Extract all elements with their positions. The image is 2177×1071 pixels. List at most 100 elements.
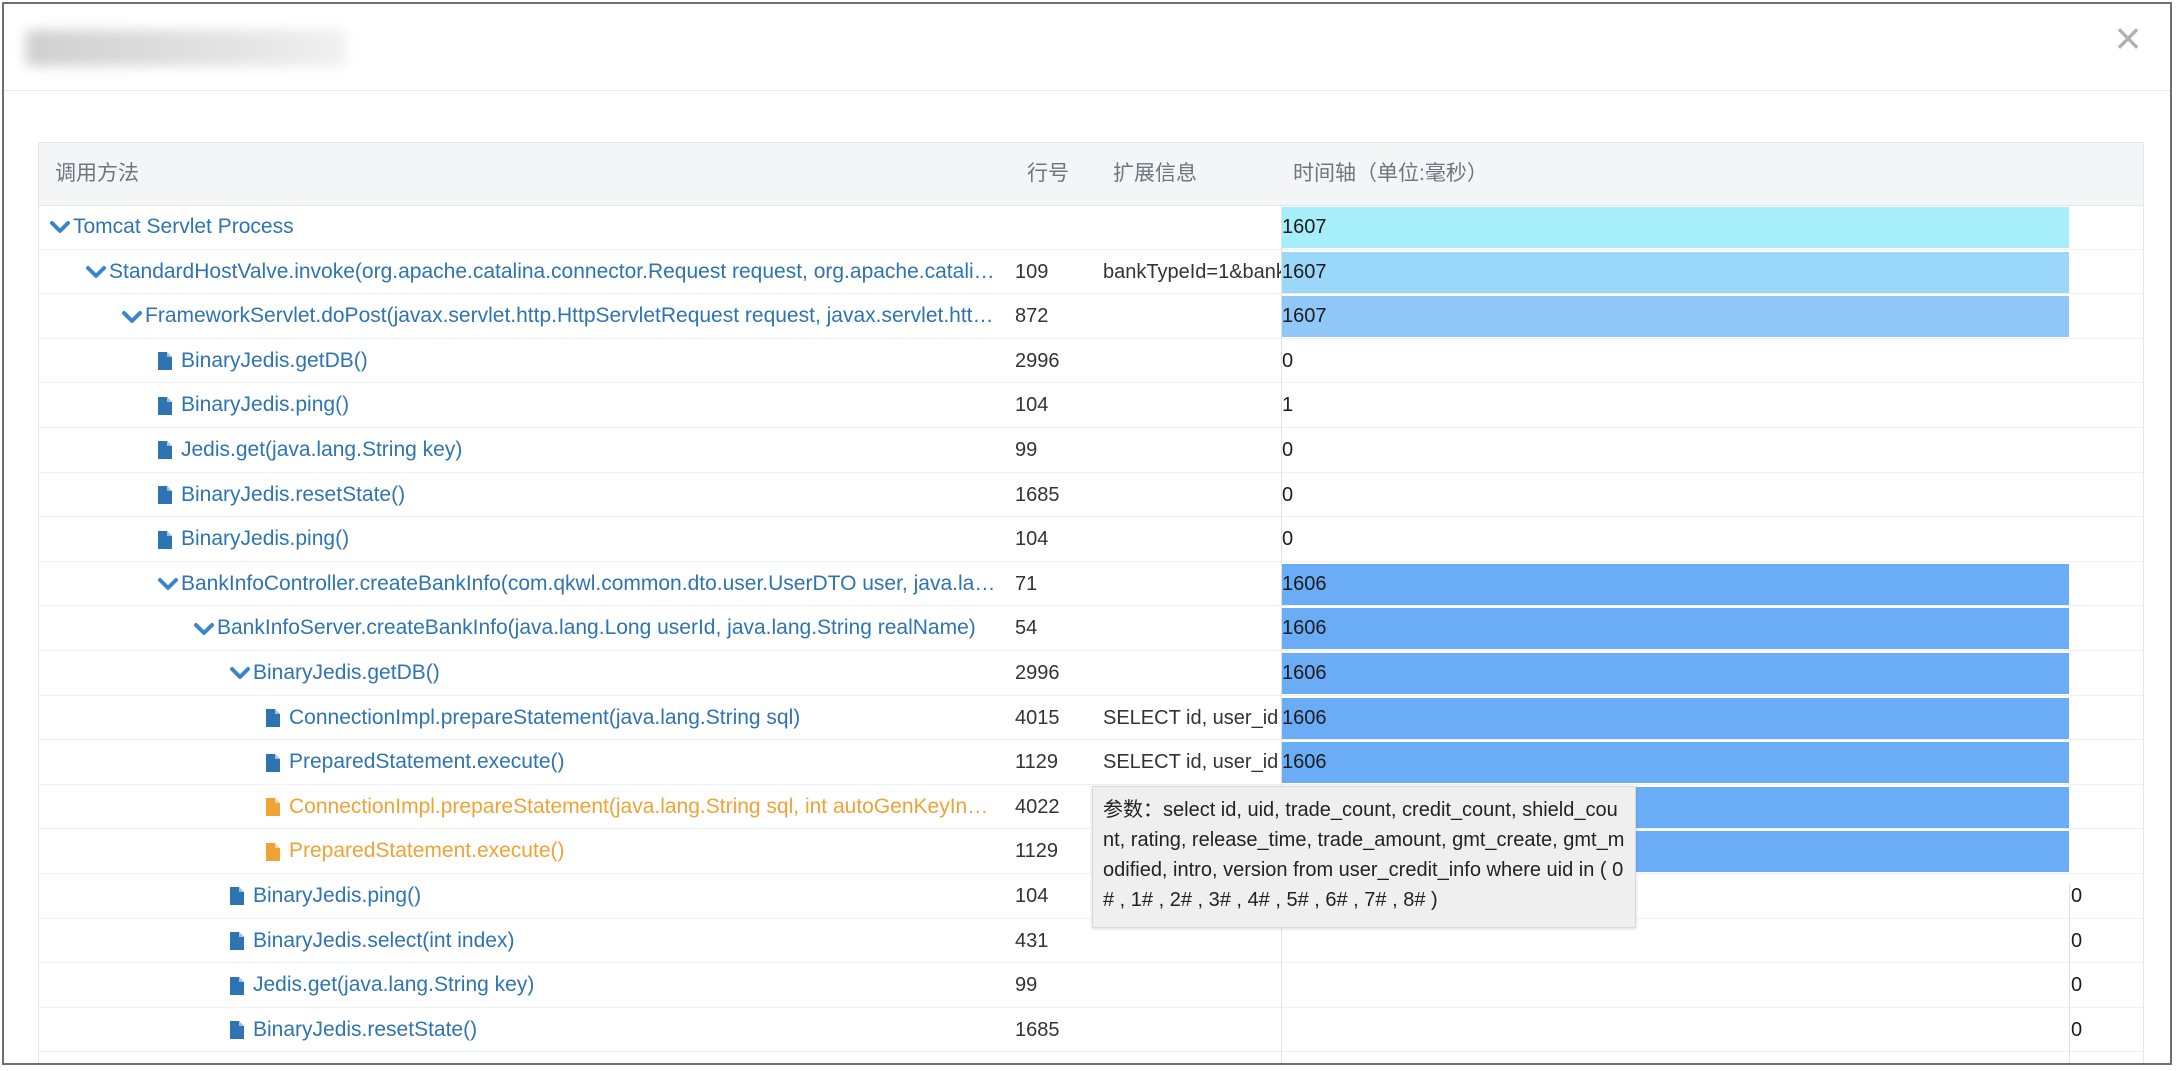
chevron-down-icon[interactable]	[49, 216, 71, 238]
table-row[interactable]: BinaryJedis.ping() 104 1	[39, 383, 2143, 428]
method-name: BinaryJedis.select(int index)	[253, 928, 515, 952]
timeline-cell: 0	[1281, 517, 2143, 561]
file-icon	[266, 708, 280, 727]
table-row[interactable]: ConnectionImpl.prepareStatement(java.lan…	[39, 785, 2143, 830]
method-cell[interactable]: StandardHostValve.invoke(org.apache.cata…	[39, 250, 999, 294]
extension-info[interactable]	[1103, 606, 1311, 650]
timeline-cell: 1606	[1281, 696, 2143, 740]
file-icon	[230, 931, 244, 950]
timeline-cell: 0	[1281, 339, 2143, 383]
extension-info[interactable]	[1103, 428, 1311, 472]
timeline-bar[interactable]	[1281, 608, 2069, 650]
table-row[interactable]: Tomcat Servlet Process 1607	[39, 205, 2143, 250]
line-number: 4022	[1015, 795, 1060, 818]
method-cell[interactable]: BankInfoController.createBankInfo(com.qk…	[39, 562, 999, 606]
method-cell[interactable]: BinaryJedis.getDB()	[39, 651, 999, 695]
timeline-value: 0	[1282, 438, 1294, 461]
extension-info[interactable]	[1103, 651, 1311, 695]
table-row[interactable]: ConnectionImpl.prepareStatement(java.lan…	[39, 696, 2143, 741]
file-icon	[158, 396, 172, 415]
timeline-bar[interactable]	[1281, 563, 2069, 605]
extension-info[interactable]	[1103, 473, 1311, 517]
extension-info[interactable]: SELECT id, user_id FROM bank	[1103, 740, 1311, 784]
close-icon[interactable]: ×	[2108, 15, 2148, 61]
table-row[interactable]: BankInfoController.createBankInfo(com.qk…	[39, 562, 2143, 607]
extension-info[interactable]	[1103, 339, 1311, 383]
method-cell[interactable]: PreparedStatement.execute()	[39, 829, 999, 873]
table-row[interactable]: PreparedStatement.execute() 1129	[39, 829, 2143, 874]
file-icon	[266, 842, 280, 861]
table-row[interactable]: BinaryJedis.resetState() 1685 0	[39, 473, 2143, 518]
line-number: 104	[1015, 528, 1049, 551]
method-cell[interactable]: BinaryJedis.getDB()	[39, 339, 999, 383]
table-row[interactable]: BinaryJedis.ping() 104 0	[39, 874, 2143, 919]
method-cell[interactable]: BankInfoServer.createBankInfo(java.lang.…	[39, 606, 999, 650]
timeline-value: 1607	[1282, 305, 1327, 328]
chevron-down-icon[interactable]	[229, 662, 251, 684]
file-icon	[266, 798, 280, 817]
method-cell[interactable]: BinaryJedis.ping()	[39, 874, 999, 918]
timeline-cell: 1	[1281, 383, 2143, 427]
method-cell[interactable]: BinaryJedis.resetState()	[39, 473, 999, 517]
extension-info[interactable]	[1103, 205, 1311, 249]
chevron-down-icon[interactable]	[157, 573, 179, 595]
timeline-bar[interactable]	[1281, 207, 2069, 248]
timeline-value: 1606	[1282, 706, 1327, 729]
line-number: 2996	[1015, 661, 1060, 684]
extension-info[interactable]	[1103, 562, 1311, 606]
table-row[interactable]: PreparedStatement.execute() 1129 SELECT id…	[39, 740, 2143, 785]
timeline-cell: 1607	[1281, 205, 2143, 249]
timeline-cell: 0	[1281, 963, 2143, 1007]
timeline-bar[interactable]	[1281, 742, 2069, 784]
method-cell[interactable]: BinaryJedis.ping()	[39, 383, 999, 427]
method-cell[interactable]: FrameworkServlet.doPost(javax.servlet.ht…	[39, 294, 999, 338]
extension-info[interactable]: SELECT id, user_id FROM bank	[1103, 696, 1311, 740]
method-cell[interactable]: BinaryJedis.select(int index)	[39, 919, 999, 963]
method-cell[interactable]: Jedis.get(java.lang.String key)	[39, 428, 999, 472]
timeline-bar[interactable]	[1281, 251, 2069, 293]
method-cell[interactable]: ConnectionImpl.prepareStatement(java.lan…	[39, 696, 999, 740]
table-row[interactable]: BinaryJedis.getDB() 2996 0	[39, 339, 2143, 384]
table-row[interactable]: BankInfoServer.createBankInfo(java.lang.…	[39, 606, 2143, 651]
timeline-bar[interactable]	[1281, 697, 2069, 739]
table-row[interactable]: Jedis.get(java.lang.String key) 99 0	[39, 428, 2143, 473]
sql-tooltip: 参数：select id, uid, trade_count, credit_c…	[1092, 786, 1636, 928]
timeline-bar[interactable]	[1281, 652, 2069, 694]
method-cell[interactable]: Tomcat Servlet Process	[39, 205, 999, 249]
method-name: PreparedStatement.execute()	[289, 839, 565, 863]
timeline-bar[interactable]	[1281, 296, 2069, 338]
method-cell[interactable]: Jedis.get(java.lang.String key)	[39, 963, 999, 1007]
line-number	[1015, 205, 1085, 249]
table-row[interactable]: Jedis.get(java.lang.String key) 99 0	[39, 963, 2143, 1008]
timeline-cell: 0	[1281, 428, 2143, 472]
method-name: Jedis.get(java.lang.String key)	[181, 437, 463, 461]
method-cell[interactable]: BinaryJedis.resetState()	[39, 1008, 999, 1052]
header-divider	[4, 90, 2170, 91]
line-number: 1129	[1015, 840, 1059, 863]
extension-info[interactable]	[1103, 963, 1311, 1007]
line-number: 872	[1015, 305, 1049, 328]
timeline-value: 0	[2071, 884, 2083, 907]
table-row[interactable]: BinaryJedis.select(int index) 431 0	[39, 919, 2143, 964]
table-row[interactable]: BinaryJedis.ping() 104 0	[39, 517, 2143, 562]
method-cell[interactable]: ConnectionImpl.prepareStatement(java.lan…	[39, 785, 999, 829]
extension-info[interactable]: bankTypeId=1&bankName=xx	[1103, 250, 1311, 294]
method-cell[interactable]: BinaryJedis.ping()	[39, 517, 999, 561]
line-number: 54	[1015, 617, 1038, 640]
table-row[interactable]: BinaryJedis.resetState() 1685 0	[39, 1008, 2143, 1053]
chevron-down-icon[interactable]	[85, 261, 107, 283]
line-number: 104	[1015, 884, 1049, 907]
method-name: ConnectionImpl.prepareStatement(java.lan…	[289, 794, 999, 818]
table-row[interactable]: FrameworkServlet.doPost(javax.servlet.ht…	[39, 294, 2143, 339]
table-row[interactable]: BinaryJedis.getDB() 2996 1606	[39, 651, 2143, 696]
extension-info[interactable]	[1103, 1008, 1311, 1052]
chevron-down-icon[interactable]	[121, 306, 143, 328]
timeline-value: 1606	[1282, 617, 1327, 640]
extension-info[interactable]	[1103, 294, 1311, 338]
extension-info[interactable]	[1103, 383, 1311, 427]
table-row[interactable]: StandardHostValve.invoke(org.apache.cata…	[39, 250, 2143, 295]
method-cell[interactable]: PreparedStatement.execute()	[39, 740, 999, 784]
chevron-down-icon[interactable]	[193, 618, 215, 640]
extension-info[interactable]	[1103, 517, 1311, 561]
line-number: 4015	[1015, 706, 1060, 729]
